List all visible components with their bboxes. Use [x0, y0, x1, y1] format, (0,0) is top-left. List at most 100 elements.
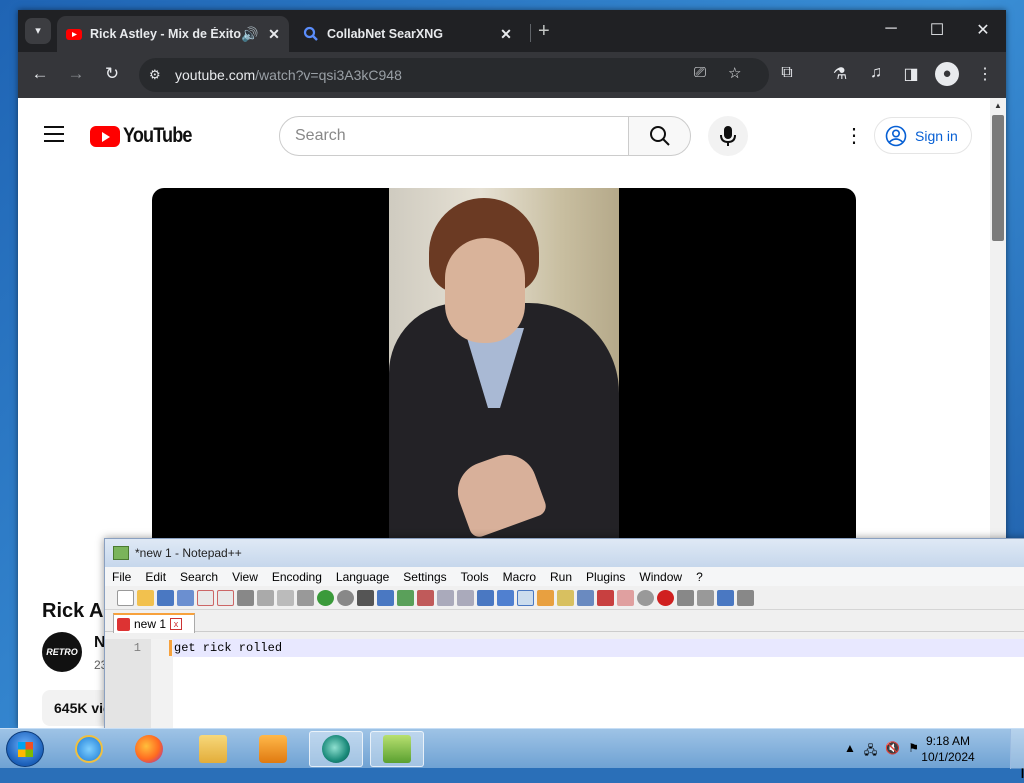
address-bar[interactable]: ⚙ youtube.com/watch?v=qsi3A3kC948 ⎚ ☆ — [139, 58, 769, 92]
doc-map-icon[interactable] — [557, 589, 574, 606]
tab-close-icon[interactable]: ✕ — [497, 26, 515, 43]
menu-encoding[interactable]: Encoding — [265, 570, 329, 584]
redo-icon[interactable] — [337, 589, 354, 606]
print-icon[interactable] — [237, 589, 254, 606]
voice-search-button[interactable] — [708, 116, 748, 156]
zoom-out-icon[interactable] — [417, 589, 434, 606]
channel-avatar[interactable]: RETRO — [42, 632, 82, 672]
site-info-icon[interactable]: ⚙ — [149, 67, 167, 83]
menu-search[interactable]: Search — [173, 570, 225, 584]
find-icon[interactable] — [357, 589, 374, 606]
volume-muted-icon[interactable]: 🔇 — [885, 741, 900, 762]
chrome-menu-icon[interactable]: ⋮ — [974, 64, 996, 84]
menu-window[interactable]: Window — [632, 570, 689, 584]
close-file-icon[interactable] — [197, 589, 214, 606]
new-file-icon[interactable] — [117, 589, 134, 606]
menu-file[interactable]: File — [105, 570, 138, 584]
copy-icon[interactable] — [277, 589, 294, 606]
taskbar-chrome[interactable] — [309, 731, 363, 767]
notepadpp-titlebar[interactable]: *new 1 - Notepad++ — [105, 539, 1024, 567]
record-macro-icon[interactable] — [657, 589, 674, 606]
sync-horizontal-icon[interactable] — [457, 589, 474, 606]
menu-macro[interactable]: Macro — [496, 570, 543, 584]
tab-search-button[interactable]: ▾ — [25, 18, 51, 44]
indent-guide-icon[interactable] — [517, 589, 534, 606]
replace-icon[interactable] — [377, 589, 394, 606]
editor-text[interactable]: get rick rolled — [174, 640, 282, 656]
close-all-icon[interactable] — [217, 589, 234, 606]
install-app-icon[interactable]: ⎚ — [694, 64, 706, 81]
sign-in-button[interactable]: Sign in — [874, 117, 972, 154]
menu-help[interactable]: ? — [689, 570, 710, 584]
search-button[interactable] — [628, 116, 691, 156]
tab-searxng[interactable]: CollabNet SearXNG ✕ — [299, 16, 521, 52]
bookmark-star-icon[interactable]: ☆ — [728, 64, 741, 82]
menu-plugins[interactable]: Plugins — [579, 570, 632, 584]
taskbar-media-player[interactable] — [246, 731, 300, 767]
youtube-logo[interactable]: YouTube — [90, 124, 203, 148]
cut-icon[interactable] — [257, 589, 274, 606]
side-panel-icon[interactable]: ◨ — [900, 64, 922, 84]
menu-language[interactable]: Language — [329, 570, 396, 584]
save-macro-icon[interactable] — [737, 589, 754, 606]
taskbar-explorer[interactable] — [186, 731, 240, 767]
search-input[interactable]: Search — [279, 116, 629, 156]
reload-icon[interactable]: ↻ — [101, 63, 123, 85]
save-icon[interactable] — [157, 589, 174, 606]
tab-new-1[interactable]: new 1 x — [113, 613, 195, 633]
taskbar-notepadpp[interactable] — [370, 731, 424, 767]
menu-tools[interactable]: Tools — [454, 570, 496, 584]
forward-arrow-icon[interactable]: → — [65, 63, 87, 85]
taskbar-firefox[interactable] — [122, 731, 176, 767]
menu-view[interactable]: View — [225, 570, 265, 584]
undo-icon[interactable] — [317, 589, 334, 606]
taskbar-ie[interactable] — [62, 731, 116, 767]
folder-icon — [199, 735, 227, 763]
play-macro-icon[interactable] — [697, 589, 714, 606]
menu-bar: File Edit Search View Encoding Language … — [105, 567, 1024, 586]
close-window-icon[interactable]: ✕ — [968, 20, 998, 40]
new-tab-button[interactable]: + — [538, 20, 550, 43]
scroll-up-arrow-icon[interactable]: ▲ — [994, 101, 1002, 110]
show-desktop-button[interactable] — [1010, 729, 1024, 769]
scrollbar-thumb[interactable] — [992, 115, 1004, 241]
stop-macro-icon[interactable] — [677, 589, 694, 606]
clock[interactable]: 9:18 AM 10/1/2024 — [912, 733, 984, 765]
media-controls-icon[interactable]: ♫ — [865, 64, 887, 82]
audio-playing-icon[interactable]: 🔊 — [241, 26, 259, 43]
show-all-chars-icon[interactable] — [497, 589, 514, 606]
menu-edit[interactable]: Edit — [138, 570, 173, 584]
extensions-puzzle-icon[interactable]: ⧉ — [776, 64, 798, 82]
tab-close-icon[interactable]: ✕ — [265, 26, 283, 43]
url-text[interactable]: youtube.com/watch?v=qsi3A3kC948 — [175, 67, 402, 83]
show-hidden-icons-icon[interactable]: ▲ — [844, 741, 856, 762]
function-list-icon[interactable] — [597, 589, 614, 606]
menu-run[interactable]: Run — [543, 570, 579, 584]
back-arrow-icon[interactable]: ← — [29, 63, 51, 85]
sync-vertical-icon[interactable] — [437, 589, 454, 606]
minimize-icon[interactable]: ─ — [876, 20, 906, 38]
word-wrap-icon[interactable] — [477, 589, 494, 606]
paste-icon[interactable] — [297, 589, 314, 606]
zoom-in-icon[interactable] — [397, 589, 414, 606]
hamburger-menu-icon[interactable] — [44, 126, 64, 147]
line-number-gutter: 1 — [105, 639, 151, 729]
run-macro-multiple-icon[interactable] — [717, 589, 734, 606]
editor-area[interactable]: 1 get rick rolled I — [105, 639, 1024, 782]
start-button[interactable] — [6, 731, 44, 767]
udl-icon[interactable] — [537, 589, 554, 606]
monitoring-icon[interactable] — [637, 589, 654, 606]
maximize-icon[interactable]: ☐ — [922, 20, 952, 40]
doc-list-icon[interactable] — [577, 589, 594, 606]
network-icon[interactable]: 🖧 — [864, 741, 877, 762]
folder-workspace-icon[interactable] — [617, 589, 634, 606]
menu-settings[interactable]: Settings — [396, 570, 453, 584]
youtube-play-icon — [90, 125, 120, 147]
tab-rick-astley[interactable]: Rick Astley - Mix de Éxitos 🔊 ✕ — [57, 16, 289, 52]
settings-kebab-icon[interactable]: ⋮ — [844, 126, 864, 146]
open-file-icon[interactable] — [137, 589, 154, 606]
profile-avatar-icon[interactable]: ● — [935, 62, 959, 86]
labs-flask-icon[interactable]: ⚗ — [829, 64, 851, 84]
save-all-icon[interactable] — [177, 589, 194, 606]
tab-close-icon[interactable]: x — [170, 618, 183, 630]
